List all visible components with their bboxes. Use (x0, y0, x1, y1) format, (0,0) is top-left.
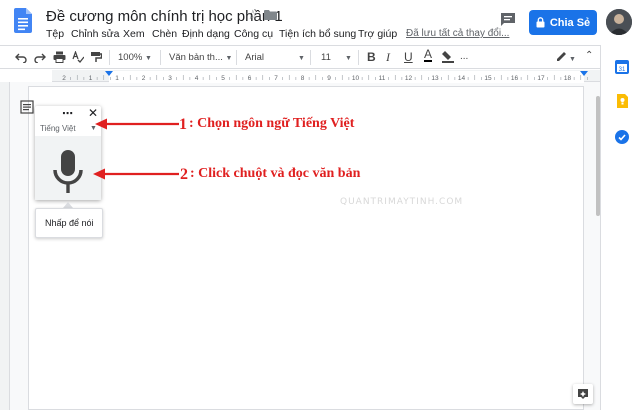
keep-icon[interactable] (617, 94, 628, 108)
language-select[interactable]: Tiếng Việt (40, 124, 76, 133)
print-icon[interactable] (53, 51, 66, 63)
svg-text:31: 31 (619, 67, 626, 73)
ruler-number: 2 (62, 75, 66, 82)
document-outline-icon[interactable] (20, 100, 34, 114)
toolbar-separator (358, 50, 359, 65)
lock-icon (536, 17, 545, 28)
menu-addons[interactable]: Tiện ích bổ sung (279, 28, 356, 40)
toolbar-separator (109, 50, 110, 65)
toolbar-separator (310, 50, 311, 65)
watermark: QUANTRIMAYTINH.COM (340, 197, 464, 207)
microphone-icon[interactable] (52, 150, 84, 194)
bold-icon[interactable]: B (367, 50, 376, 64)
ruler-number: 8 (301, 75, 305, 82)
calendar-icon[interactable]: 31 (615, 60, 629, 74)
spellcheck-icon[interactable] (72, 51, 84, 63)
annotation-arrow-1 (95, 118, 179, 130)
scrollbar[interactable] (596, 96, 600, 216)
share-label: Chia Sẻ (549, 16, 591, 29)
italic-icon[interactable]: I (386, 50, 390, 65)
ruler-number: 4 (195, 75, 199, 82)
menu-help[interactable]: Trợ giúp (358, 28, 397, 40)
edit-mode-icon[interactable] (556, 51, 567, 62)
saved-status[interactable]: Đã lưu tất cả thay đổi... (406, 28, 509, 39)
text-color-icon[interactable]: A (424, 48, 433, 62)
undo-icon[interactable] (15, 51, 27, 63)
ruler-number: 7 (274, 75, 278, 82)
paragraph-style-select[interactable]: Văn bản th... ▼ (169, 52, 232, 63)
ruler-number: 10 (352, 75, 360, 82)
ruler-number: 3 (168, 75, 172, 82)
star-icon[interactable]: ☆ (247, 7, 259, 23)
ruler-number: 18 (564, 75, 572, 82)
font-size-dropdown-arrow[interactable]: ▼ (345, 52, 352, 63)
ruler-ticks: 2 1 1 2 3 4 5 6 7 8 9 10 11 12 13 14 15 16 17 18 (62, 71, 588, 83)
menu-tools[interactable]: Công cụ (234, 28, 273, 40)
ruler-number: 16 (511, 75, 519, 82)
zoom-value: 100% (118, 52, 143, 63)
share-button[interactable]: Chia Sẻ (529, 10, 597, 35)
edit-mode-dropdown-arrow[interactable]: ▼ (569, 53, 576, 64)
horizontal-ruler: 2 1 1 2 3 4 5 6 7 8 9 10 11 12 13 14 15 16 17 18 (52, 70, 600, 83)
tooltip-text: Nhấp để nói (45, 218, 94, 228)
more-tools-icon[interactable]: ... (460, 51, 468, 62)
font-select[interactable]: Arial (245, 52, 264, 63)
voice-menu-icon[interactable]: ⋯ (62, 107, 74, 120)
annotation-step-2-number: 2 (180, 166, 188, 183)
annotation-step-1-text: : Chọn ngôn ngữ Tiếng Việt (189, 116, 355, 131)
font-dropdown-arrow[interactable]: ▼ (298, 52, 305, 63)
avatar[interactable] (606, 9, 632, 35)
underline-icon[interactable]: U (404, 50, 413, 64)
menu-file[interactable]: Tệp (46, 28, 64, 40)
ruler-number: 2 (142, 75, 146, 82)
paint-format-icon[interactable] (90, 51, 102, 63)
ruler-number: 17 (537, 75, 545, 82)
explore-button[interactable] (573, 384, 593, 404)
ruler-number: 15 (484, 75, 492, 82)
explore-icon (578, 389, 588, 399)
vertical-ruler (0, 82, 10, 410)
highlight-icon[interactable] (442, 50, 454, 63)
comment-history-icon[interactable] (500, 12, 516, 27)
menu-insert[interactable]: Chèn (152, 28, 177, 40)
tasks-icon[interactable] (615, 130, 629, 144)
annotation-step-1-number: 1 (179, 116, 187, 133)
ruler-number: 5 (221, 75, 225, 82)
folder-icon[interactable] (264, 10, 277, 20)
annotation-arrow-2 (93, 168, 179, 180)
paragraph-style-value: Văn bản th... (169, 52, 223, 63)
ruler-number: 13 (431, 75, 439, 82)
collapse-menu-icon[interactable]: ⌃ (585, 50, 593, 61)
ruler-number: 1 (115, 75, 119, 82)
menu-format[interactable]: Định dạng (182, 28, 230, 40)
menu-view[interactable]: Xem (123, 28, 145, 40)
redo-icon[interactable] (34, 51, 46, 63)
ruler-number: 12 (405, 75, 413, 82)
annotation-step-2-text: : Click chuột và đọc văn bản (190, 166, 361, 181)
font-size-value: 11 (321, 52, 331, 63)
ruler-number: 9 (327, 75, 331, 82)
ruler-number: 6 (248, 75, 252, 82)
menu-edit[interactable]: Chỉnh sửa (71, 28, 119, 40)
toolbar-separator (160, 50, 161, 65)
ruler-number: 11 (379, 75, 386, 82)
ruler-number: 1 (89, 75, 93, 82)
document-page[interactable] (28, 86, 584, 410)
font-value: Arial (245, 52, 265, 63)
docs-logo-icon[interactable] (14, 8, 32, 33)
toolbar-separator (236, 50, 237, 65)
font-size-select[interactable]: 11 (321, 52, 331, 63)
ruler-number: 14 (458, 75, 466, 82)
zoom-select[interactable]: 100% ▼ (118, 52, 152, 63)
